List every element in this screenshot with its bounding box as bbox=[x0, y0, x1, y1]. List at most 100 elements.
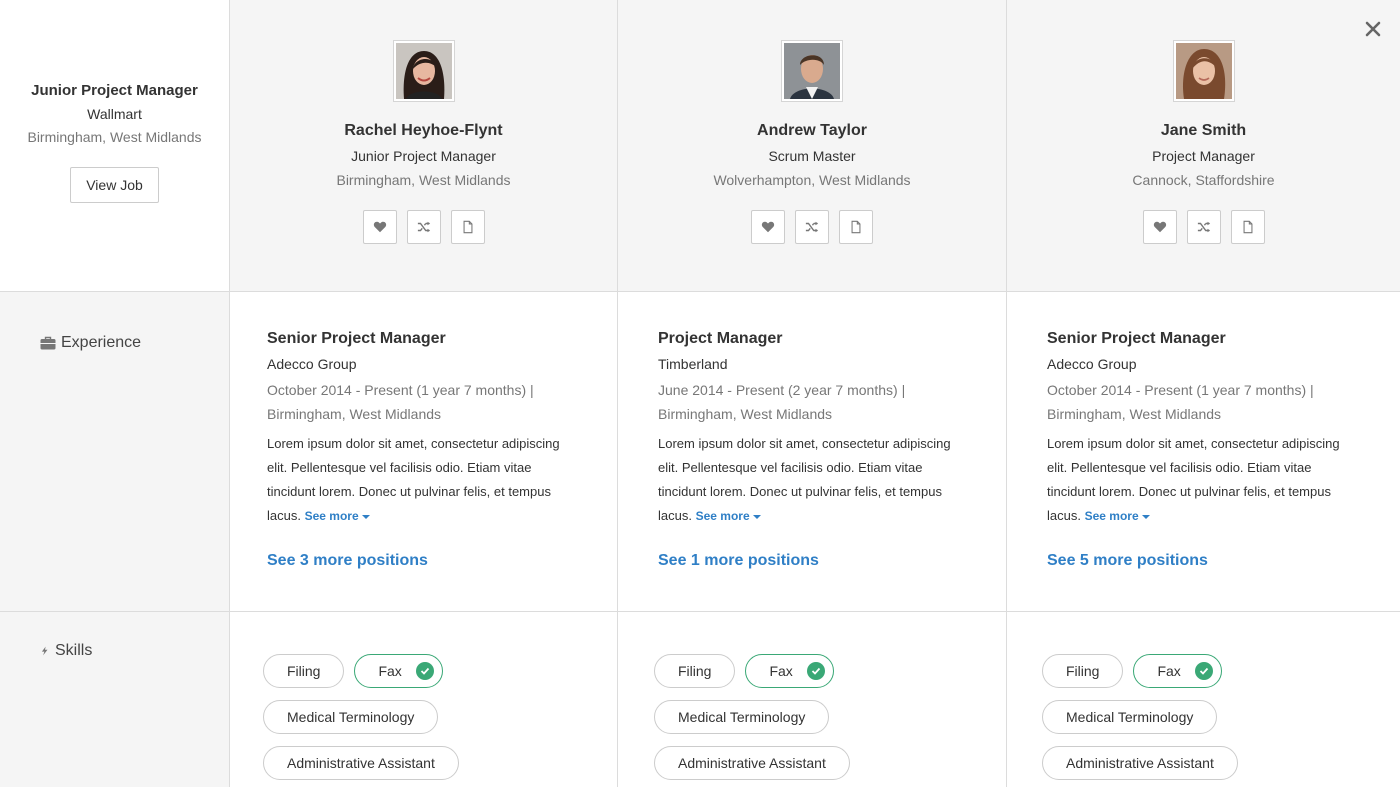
skills-label-text: Skills bbox=[55, 642, 93, 659]
position-location: Birmingham, West Midlands bbox=[658, 406, 833, 422]
position-title: Senior Project Manager bbox=[267, 330, 446, 347]
position-description: Lorem ipsum dolor sit amet, consectetur … bbox=[658, 432, 968, 528]
position-company: Adecco Group bbox=[1047, 356, 1137, 372]
skills-row: Administrative Assistant bbox=[1042, 746, 1400, 780]
skills-row: Filing Fax bbox=[263, 654, 617, 688]
check-icon bbox=[806, 662, 825, 680]
skill-tag[interactable]: Filing bbox=[263, 654, 345, 688]
document-icon bbox=[851, 220, 861, 234]
compare-button[interactable] bbox=[795, 210, 829, 244]
favorite-button[interactable] bbox=[1142, 210, 1177, 244]
skills-cell-1: Filing Fax Medical Terminology Administr… bbox=[230, 612, 618, 787]
skill-tag[interactable]: Filing bbox=[654, 654, 736, 688]
heart-icon bbox=[373, 221, 386, 233]
skills-row: Administrative Assistant bbox=[263, 746, 617, 780]
shuffle-icon bbox=[805, 221, 819, 233]
position-dates: June 2014 - Present (2 year 7 months) | bbox=[658, 382, 906, 398]
favorite-button[interactable] bbox=[751, 210, 785, 244]
position-dates: October 2014 - Present (1 year 7 months)… bbox=[267, 382, 534, 398]
candidate-location: Wolverhampton, West Midlands bbox=[713, 172, 911, 188]
heart-icon bbox=[1153, 221, 1166, 233]
compare-button[interactable] bbox=[1186, 210, 1221, 244]
skill-tag[interactable]: Administrative Assistant bbox=[263, 746, 459, 780]
job-company: Wallmart bbox=[87, 106, 142, 122]
candidate-name[interactable]: Jane Smith bbox=[1007, 122, 1400, 140]
avatar[interactable] bbox=[392, 40, 455, 102]
more-positions-link[interactable]: See 5 more positions bbox=[1047, 552, 1208, 570]
heart-icon bbox=[761, 221, 775, 233]
skill-tag[interactable]: Administrative Assistant bbox=[1042, 746, 1238, 780]
skill-tag-verified[interactable]: Fax bbox=[354, 654, 443, 688]
skill-tag[interactable]: Medical Terminology bbox=[1042, 700, 1218, 734]
favorite-button[interactable] bbox=[362, 210, 397, 244]
candidate-photo bbox=[1175, 43, 1232, 99]
caret-down-icon bbox=[1141, 514, 1150, 519]
view-job-button[interactable]: View Job bbox=[70, 167, 159, 203]
experience-label-text: Experience bbox=[61, 334, 142, 351]
job-summary: Junior Project Manager Wallmart Birmingh… bbox=[0, 0, 230, 292]
skill-tag-verified[interactable]: Fax bbox=[745, 654, 834, 688]
avatar[interactable] bbox=[1172, 40, 1235, 102]
experience-label-cell: Experience bbox=[0, 292, 230, 612]
close-button[interactable] bbox=[1364, 20, 1382, 38]
skills-row: Medical Terminology bbox=[654, 700, 1006, 734]
cv-button[interactable] bbox=[839, 210, 873, 244]
candidate-location: Birmingham, West Midlands bbox=[336, 172, 511, 188]
briefcase-icon bbox=[40, 336, 56, 350]
avatar[interactable] bbox=[781, 40, 843, 102]
cv-button[interactable] bbox=[450, 210, 485, 244]
skills-row: Administrative Assistant bbox=[654, 746, 1006, 780]
lightning-icon bbox=[41, 646, 48, 656]
see-more-link[interactable]: See more bbox=[305, 509, 370, 523]
candidate-location: Cannock, Staffordshire bbox=[1132, 172, 1275, 188]
see-more-link[interactable]: See more bbox=[696, 509, 761, 523]
skill-tag[interactable]: Administrative Assistant bbox=[654, 746, 850, 780]
skills-row: Filing Fax bbox=[1042, 654, 1400, 688]
candidate-header-2: Andrew Taylor Scrum Master Wolverhampton… bbox=[618, 0, 1007, 292]
experience-cell-3: Senior Project Manager Adecco Group Octo… bbox=[1007, 292, 1400, 612]
candidate-actions bbox=[1007, 210, 1400, 244]
candidate-role: Project Manager bbox=[1152, 148, 1255, 164]
see-more-link[interactable]: See more bbox=[1085, 509, 1150, 523]
document-icon bbox=[1243, 220, 1252, 234]
check-icon bbox=[415, 662, 434, 680]
candidate-header-1: Rachel Heyhoe-Flynt Junior Project Manag… bbox=[230, 0, 618, 292]
cv-button[interactable] bbox=[1230, 210, 1265, 244]
skill-tag-verified[interactable]: Fax bbox=[1133, 654, 1222, 688]
position-company: Adecco Group bbox=[267, 356, 357, 372]
skill-tag[interactable]: Medical Terminology bbox=[263, 700, 439, 734]
check-icon bbox=[1194, 662, 1213, 680]
position-dates-location: June 2014 - Present (2 year 7 months) | … bbox=[658, 378, 948, 426]
caret-down-icon bbox=[361, 514, 370, 519]
position-dates-location: October 2014 - Present (1 year 7 months)… bbox=[267, 378, 557, 426]
candidate-header-3: Jane Smith Project Manager Cannock, Staf… bbox=[1007, 0, 1400, 292]
skills-row: Medical Terminology bbox=[1042, 700, 1400, 734]
compare-button[interactable] bbox=[406, 210, 441, 244]
candidate-actions bbox=[618, 210, 1006, 244]
skill-tag[interactable]: Medical Terminology bbox=[654, 700, 830, 734]
position-description: Lorem ipsum dolor sit amet, consectetur … bbox=[267, 432, 577, 528]
candidate-photo bbox=[784, 43, 840, 99]
candidate-name[interactable]: Andrew Taylor bbox=[618, 122, 1006, 140]
position-company: Timberland bbox=[658, 356, 728, 372]
close-icon bbox=[1365, 21, 1381, 37]
skill-tag[interactable]: Filing bbox=[1042, 654, 1124, 688]
shuffle-icon bbox=[417, 221, 430, 233]
skills-row: Filing Fax bbox=[654, 654, 1006, 688]
experience-cell-2: Project Manager Timberland June 2014 - P… bbox=[618, 292, 1007, 612]
more-positions-link[interactable]: See 1 more positions bbox=[658, 552, 819, 570]
position-dates-location: October 2014 - Present (1 year 7 months)… bbox=[1047, 378, 1337, 426]
candidate-role: Scrum Master bbox=[768, 148, 856, 164]
skills-row: Medical Terminology bbox=[263, 700, 617, 734]
job-location: Birmingham, West Midlands bbox=[27, 129, 202, 145]
candidate-actions bbox=[230, 210, 617, 244]
candidate-name[interactable]: Rachel Heyhoe-Flynt bbox=[230, 122, 617, 140]
position-location: Birmingham, West Midlands bbox=[267, 406, 442, 422]
position-title: Project Manager bbox=[658, 330, 783, 347]
position-dates: October 2014 - Present (1 year 7 months)… bbox=[1047, 382, 1314, 398]
candidate-photo bbox=[395, 43, 452, 99]
skills-section-label: Skills bbox=[40, 642, 92, 660]
experience-section-label: Experience bbox=[40, 334, 141, 352]
more-positions-link[interactable]: See 3 more positions bbox=[267, 552, 428, 570]
position-location: Birmingham, West Midlands bbox=[1047, 406, 1222, 422]
